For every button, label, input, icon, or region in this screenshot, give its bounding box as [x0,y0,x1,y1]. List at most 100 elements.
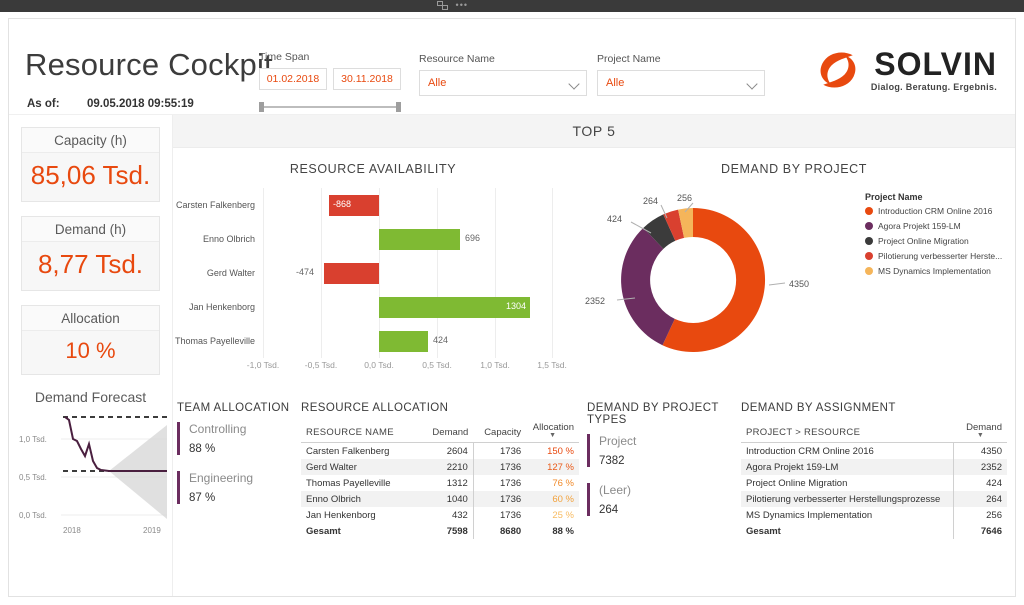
legend-label: Introduction CRM Online 2016 [878,206,993,216]
cell-name: Introduction CRM Online 2016 [746,445,874,457]
col-capacity[interactable]: Capacity [473,422,527,443]
legend-item[interactable]: Introduction CRM Online 2016 [865,206,1007,216]
kpi-capacity-title: Capacity (h) [22,128,159,153]
bottom-row: TEAM ALLOCATION Controlling 88 % Enginee… [173,396,1015,539]
project-type-value: 7382 [599,455,625,467]
table-row[interactable]: Project Online Migration 424 [741,475,1007,491]
axis-tick: -0,5 Tsd. [304,360,338,370]
table-total-row: Gesamt 7646 [741,523,1007,539]
report-body: Capacity (h) 85,06 Tsd. Demand (h) 8,77 … [9,115,1015,596]
table-row[interactable]: Pilotierung verbesserter Herstellungspro… [741,491,1007,507]
resource-allocation-table[interactable]: RESOURCE NAME Demand Capacity Allocation… [301,422,579,539]
cell-name: Project Online Migration [746,477,848,489]
col-resource-name[interactable]: RESOURCE NAME [301,422,424,443]
demand-by-project-chart[interactable]: DEMAND BY PROJECT 4350 2352 424 264 256 … [573,148,1015,396]
chevron-down-icon[interactable] [568,78,580,90]
resource-name-value: Alle [428,77,447,89]
table-row[interactable]: Carsten Falkenberg 2604 1736 150 % [301,442,579,459]
bar-category-label: Gerd Walter [206,268,255,278]
timespan-end-input[interactable]: 30.11.2018 [333,68,401,90]
legend-color-swatch [865,222,873,230]
timespan-slicer[interactable]: Time Span 01.02.2018 30.11.2018 [259,51,401,112]
project-type-card[interactable]: Project 7382 [587,434,741,467]
legend-title: Project Name [865,192,923,202]
total-allocation: 88 % [552,525,574,537]
project-name-dropdown[interactable]: Alle [597,70,765,96]
table-row[interactable]: MS Dynamics Implementation 256 [741,507,1007,523]
svg-text:2018: 2018 [63,526,81,535]
slider-handle-right[interactable] [396,102,401,112]
legend-item[interactable]: Pilotierung verbesserter Herste... [865,251,1007,261]
chart-row[interactable]: Gerd Walter -474 [173,256,573,290]
total-demand: 7598 [446,525,468,537]
kpi-card-demand[interactable]: Demand (h) 8,77 Tsd. [21,216,160,291]
legend-color-swatch [865,237,873,245]
bar-value-label: 1304 [506,301,527,311]
resource-name-slicer[interactable]: Resource Name Alle [419,53,587,96]
table-row[interactable]: Jan Henkenborg 432 1736 25 % [301,507,579,523]
donut-svg[interactable]: 4350 2352 424 264 256 [573,178,863,383]
col-demand[interactable]: Demand ▼ [953,422,1007,443]
slider-handle-left[interactable] [259,102,264,112]
team-allocation-card[interactable]: Controlling 88 % [177,422,301,455]
project-type-card[interactable]: (Leer) 264 [587,483,741,516]
col-allocation[interactable]: Allocation ▼ [526,422,579,443]
legend-item[interactable]: MS Dynamics Implementation [865,266,1007,276]
kpi-card-capacity[interactable]: Capacity (h) 85,06 Tsd. [21,127,160,202]
donut-legend: Project Name Introduction CRM Online 201… [865,192,1007,281]
svg-text:2019: 2019 [143,526,161,535]
cell-capacity: 1736 [472,475,527,491]
legend-label: Agora Projekt 159-LM [878,221,961,231]
cell-demand: 4350 [953,442,1007,459]
total-demand: 7646 [953,523,1007,539]
chevron-down-icon[interactable] [746,78,758,90]
timespan-start-input[interactable]: 01.02.2018 [259,68,327,90]
solvin-logo-mark-icon [820,52,856,88]
charts-row: RESOURCE AVAILABILITY Carsten Falkenberg [173,148,1015,396]
demand-forecast-chart[interactable]: 1,0 Tsd. 0,5 Tsd. 0,0 Tsd. 2018 2019 [15,411,167,548]
table-row[interactable]: Enno Olbrich 1040 1736 60 % [301,491,579,507]
demand-by-project-types-title: DEMAND BY PROJECT TYPES [587,402,719,426]
cell-demand: 2210 [423,459,474,475]
resource-availability-chart[interactable]: RESOURCE AVAILABILITY Carsten Falkenberg [173,148,573,396]
table-row[interactable]: Gerd Walter 2210 1736 127 % [301,459,579,475]
table-row[interactable]: Introduction CRM Online 2016 4350 [741,442,1007,459]
total-capacity: 8680 [472,523,527,539]
col-demand[interactable]: Demand [423,422,474,443]
chart-row[interactable]: Enno Olbrich 696 [173,222,573,256]
demand-by-assignment-title: DEMAND BY ASSIGNMENT [741,402,896,414]
resource-name-label: Resource Name [419,53,495,65]
timespan-range-slider[interactable] [259,102,401,112]
svg-text:0,0 Tsd.: 0,0 Tsd. [19,511,47,520]
logo-tagline: Dialog. Beratung. Ergebnis. [870,82,997,92]
svg-text:0,5 Tsd.: 0,5 Tsd. [19,473,47,482]
total-label: Gesamt [306,525,341,537]
page-title: Resource Cockpit [25,47,273,82]
col-project-resource[interactable]: PROJECT > RESOURCE [741,422,954,443]
legend-item[interactable]: Agora Projekt 159-LM [865,221,1007,231]
kpi-card-allocation[interactable]: Allocation 10 % [21,305,160,375]
cell-demand: 1312 [446,477,468,489]
chart-row[interactable]: Carsten Falkenberg -868 [173,188,573,222]
project-name-slicer[interactable]: Project Name Alle [597,53,765,96]
report-page: Resource Cockpit As of: 09.05.2018 09:55… [0,12,1024,605]
legend-label: Project Online Migration [878,236,969,246]
cell-demand: 2604 [446,445,468,457]
chart-row[interactable]: Thomas Payelleville 424 [173,324,573,358]
focus-mode-icon[interactable] [436,1,448,10]
chart-row[interactable]: Jan Henkenborg 1304 [173,290,573,324]
legend-color-swatch [865,267,873,275]
bar-category-label: Jan Henkenborg [188,302,255,312]
cell-name: Jan Henkenborg [306,509,376,521]
resource-name-dropdown[interactable]: Alle [419,70,587,96]
axis-tick: 0,5 Tsd. [422,360,452,370]
more-options-icon[interactable]: ••• [456,1,468,10]
donut-value-label-msdynamics: 256 [677,193,692,203]
team-allocation-card[interactable]: Engineering 87 % [177,471,301,504]
legend-item[interactable]: Project Online Migration [865,236,1007,246]
cell-name: MS Dynamics Implementation [746,509,873,521]
demand-by-assignment-table[interactable]: PROJECT > RESOURCE Demand ▼ Introduction… [741,422,1007,539]
table-row[interactable]: Thomas Payelleville 1312 1736 76 % [301,475,579,491]
table-row[interactable]: Agora Projekt 159-LM 2352 [741,459,1007,475]
asof-value: 09.05.2018 09:55:19 [87,98,194,110]
